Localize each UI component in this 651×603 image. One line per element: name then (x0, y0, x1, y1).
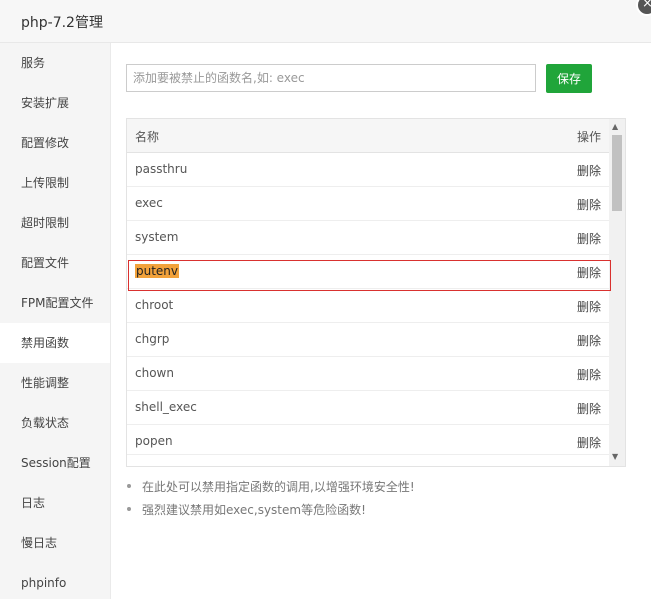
delete-link[interactable]: 删除 (577, 230, 601, 247)
sidebar-item-service[interactable]: 服务 (0, 43, 110, 83)
function-name: passthru (135, 162, 188, 176)
sidebar-item-config-file[interactable]: 配置文件 (0, 243, 110, 283)
sidebar-item-slow-log[interactable]: 慢日志 (0, 523, 110, 563)
arrow-up-icon[interactable]: ▲ (612, 122, 618, 131)
sidebar-item-session-config[interactable]: Session配置 (0, 443, 110, 483)
function-name: exec (135, 196, 163, 210)
sidebar-item-load-status[interactable]: 负载状态 (0, 403, 110, 443)
sidebar-item-disabled-functions[interactable]: 禁用函数 (0, 323, 110, 363)
column-header-name: 名称 (135, 130, 160, 144)
sidebar-item-config-edit[interactable]: 配置修改 (0, 123, 110, 163)
table-row: chown 删除 (127, 357, 609, 391)
sidebar: 服务 安装扩展 配置修改 上传限制 超时限制 配置文件 FPM配置文件 禁用函数… (0, 43, 111, 599)
sidebar-item-timeout-limit[interactable]: 超时限制 (0, 203, 110, 243)
function-name: popen (135, 434, 173, 448)
delete-link[interactable]: 删除 (577, 400, 601, 417)
table-body: passthru 删除 exec 删除 system 删除 putenv 删除 … (127, 153, 609, 455)
function-name: system (135, 230, 179, 244)
bullet-icon (127, 507, 131, 511)
function-name: chown (135, 366, 174, 380)
title-bar: php-7.2管理 (0, 0, 651, 43)
save-button[interactable]: 保存 (546, 64, 592, 93)
sidebar-item-fpm-config[interactable]: FPM配置文件 (0, 283, 110, 323)
table-row-highlighted: putenv 删除 (127, 255, 609, 289)
tips-list: 在此处可以禁用指定函数的调用,以增强环境安全性! 强烈建议禁用如exec,sys… (126, 478, 415, 524)
sidebar-item-log[interactable]: 日志 (0, 483, 110, 523)
delete-link[interactable]: 删除 (577, 298, 601, 315)
sidebar-item-phpinfo[interactable]: phpinfo (0, 563, 110, 603)
scrollbar-thumb[interactable] (612, 135, 622, 211)
table-row: chroot 删除 (127, 289, 609, 323)
disabled-functions-table: 名称 操作 passthru 删除 exec 删除 system 删除 pute… (126, 118, 626, 467)
window-title: php-7.2管理 (21, 15, 103, 31)
table-scrollbar[interactable]: ▲ ▼ (609, 119, 625, 466)
bullet-icon (127, 484, 131, 488)
sidebar-item-install-extension[interactable]: 安装扩展 (0, 83, 110, 123)
tip-text: 在此处可以禁用指定函数的调用,以增强环境安全性! (142, 480, 415, 494)
sidebar-item-upload-limit[interactable]: 上传限制 (0, 163, 110, 203)
function-name: chgrp (135, 332, 170, 346)
tip-item: 在此处可以禁用指定函数的调用,以增强环境安全性! (126, 478, 415, 501)
table-row: popen 删除 (127, 425, 609, 455)
arrow-down-icon[interactable]: ▼ (612, 452, 618, 461)
close-icon: × (642, 0, 651, 11)
table-row: passthru 删除 (127, 153, 609, 187)
table-header: 名称 操作 (127, 119, 609, 153)
table-row: system 删除 (127, 221, 609, 255)
table-row: shell_exec 删除 (127, 391, 609, 425)
delete-link[interactable]: 删除 (577, 162, 601, 179)
function-name: chroot (135, 298, 174, 312)
table-row: exec 删除 (127, 187, 609, 221)
delete-link[interactable]: 删除 (577, 434, 601, 451)
tip-text: 强烈建议禁用如exec,system等危险函数! (142, 503, 366, 517)
sidebar-item-performance[interactable]: 性能调整 (0, 363, 110, 403)
delete-link[interactable]: 删除 (577, 366, 601, 383)
function-name: shell_exec (135, 400, 197, 414)
column-header-action: 操作 (576, 130, 601, 144)
delete-link[interactable]: 删除 (577, 264, 601, 281)
delete-link[interactable]: 删除 (577, 332, 601, 349)
function-name-input[interactable] (126, 64, 536, 92)
tip-item: 强烈建议禁用如exec,system等危险函数! (126, 501, 415, 524)
table-row: chgrp 删除 (127, 323, 609, 357)
delete-link[interactable]: 删除 (577, 196, 601, 213)
function-name-highlighted: putenv (135, 264, 180, 278)
